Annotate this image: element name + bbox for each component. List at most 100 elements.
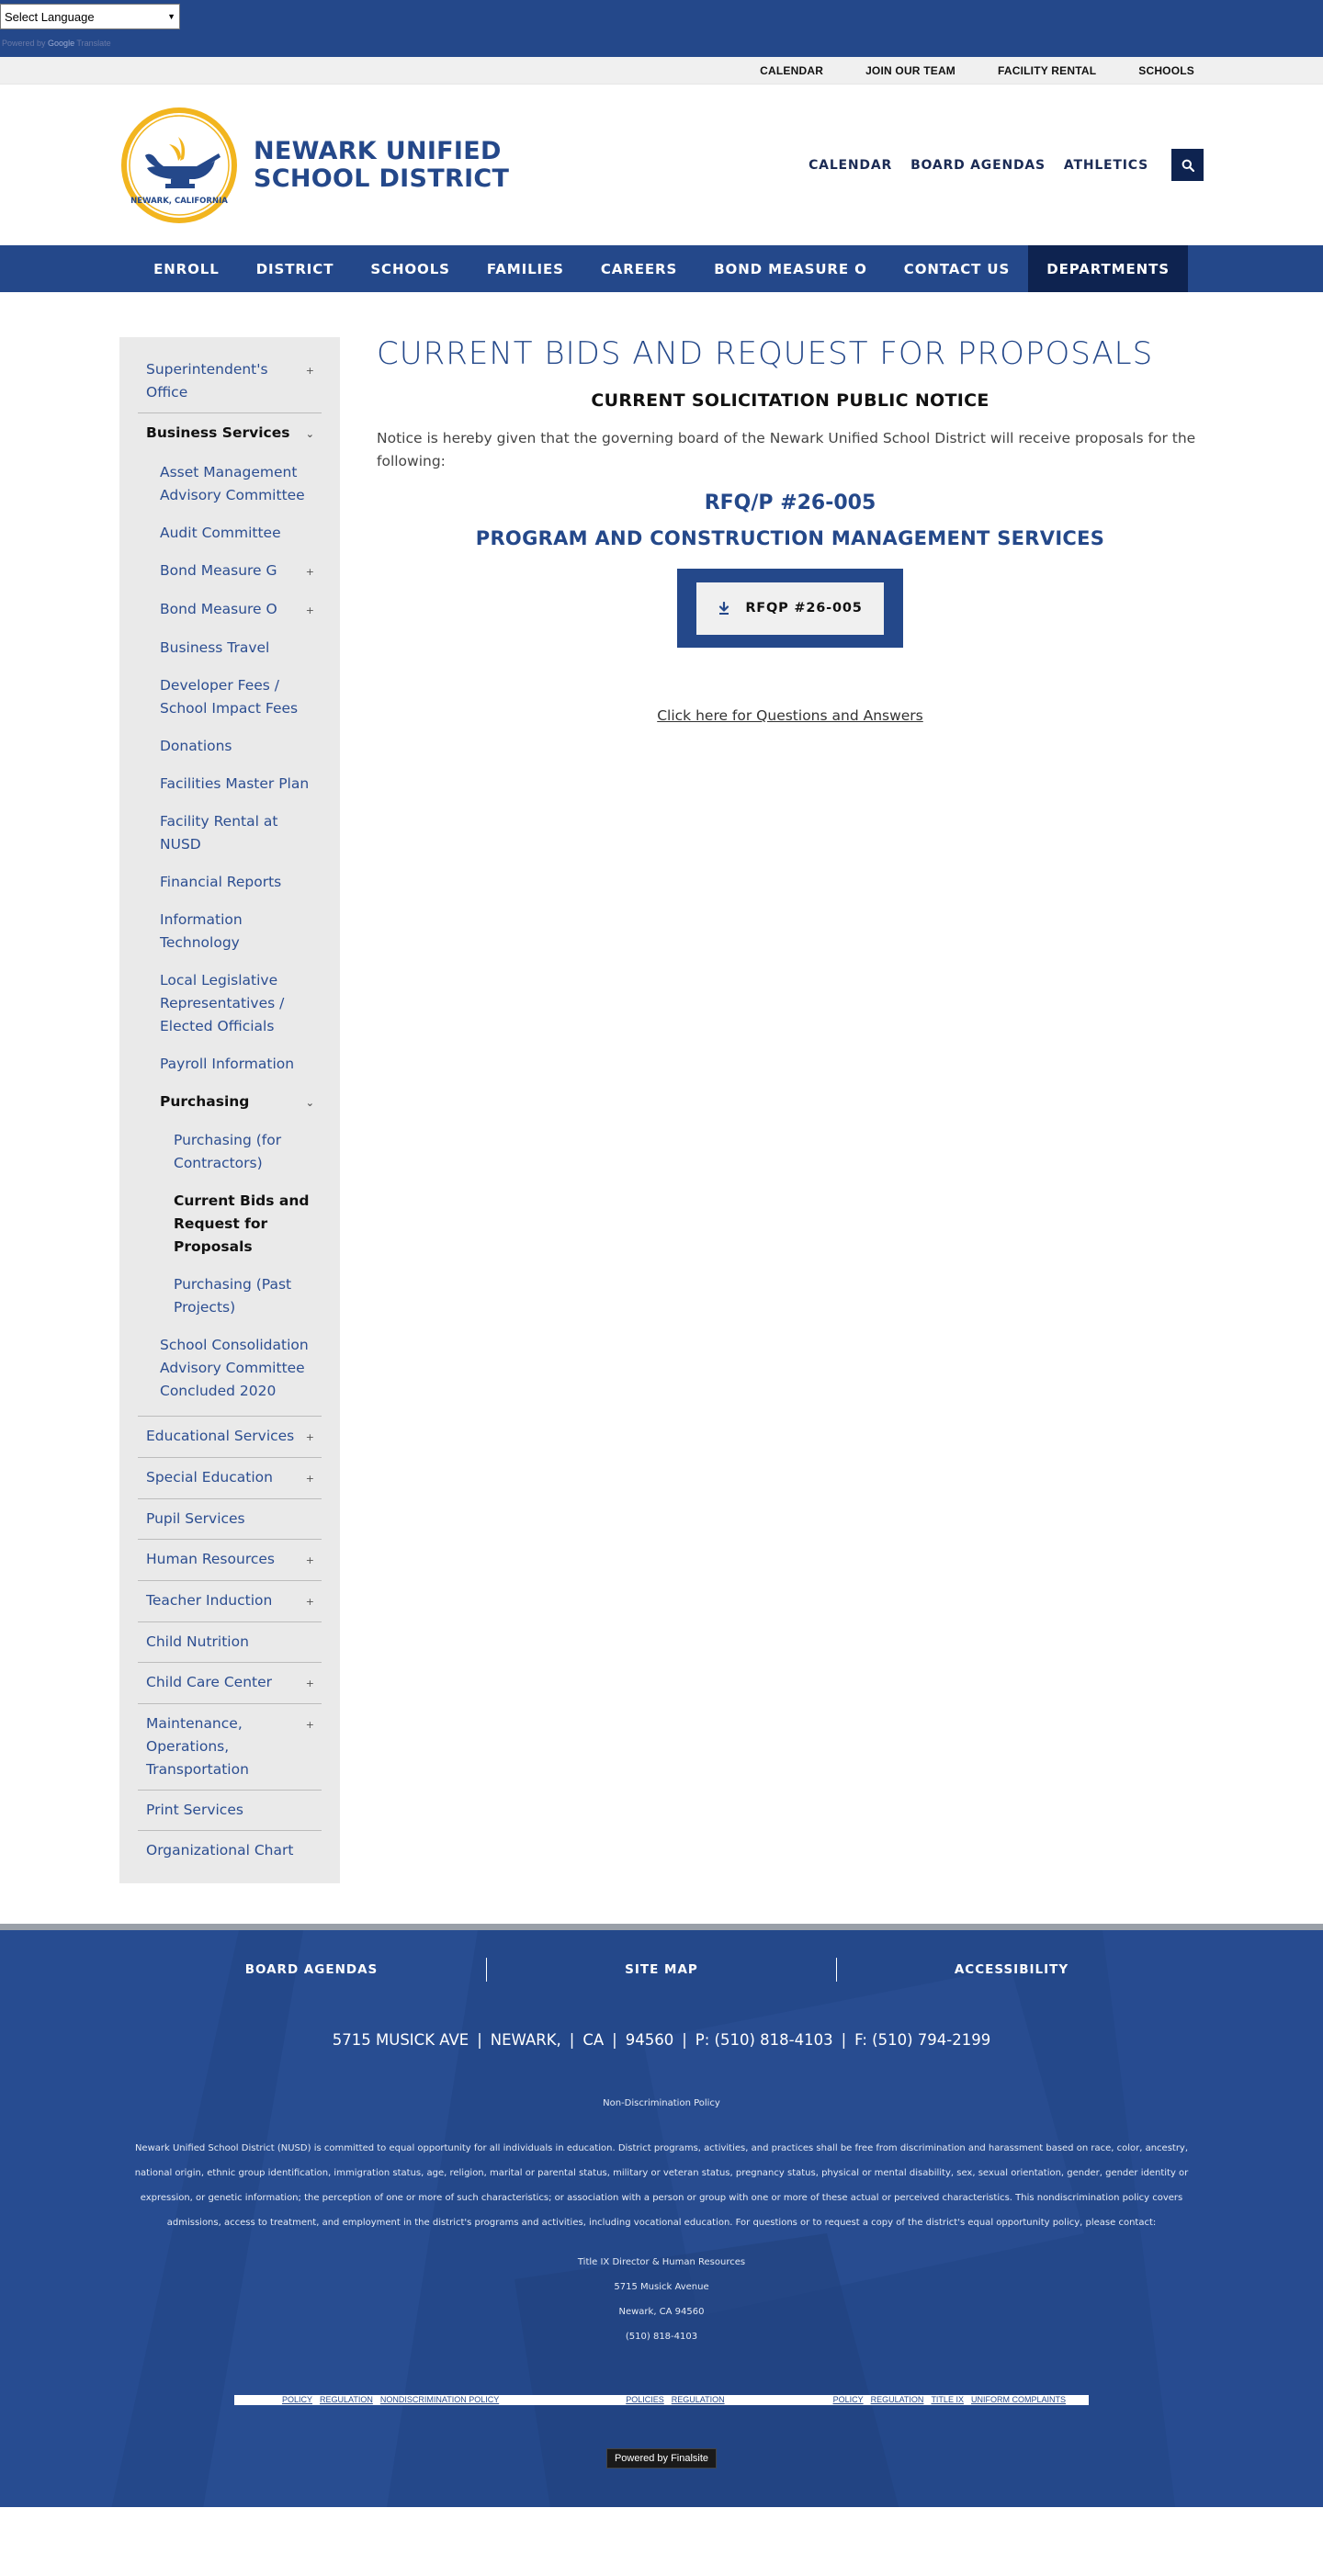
chevron-down-icon[interactable]: ⌄ xyxy=(306,1090,314,1114)
qa-link[interactable]: Click here for Questions and Answers xyxy=(657,707,923,724)
sidebar-item-superintendent[interactable]: Superintendent's Office + xyxy=(138,350,322,413)
plus-icon[interactable]: + xyxy=(306,559,314,583)
district-seal-icon: NEWARK, CALIFORNIA xyxy=(121,107,237,223)
policy-link[interactable]: POLICIES xyxy=(626,2395,664,2405)
seal-text: NEWARK, CALIFORNIA xyxy=(130,197,228,206)
sidebar-item-school-consolidation[interactable]: School Consolidation Advisory Committee … xyxy=(138,1327,322,1410)
sidebar-item[interactable]: Pupil Services xyxy=(138,1499,322,1540)
sidebar-departments-list: Educational Services + Special Education + P… xyxy=(138,1417,322,1870)
rfq-number: RFQ/P #26-005 xyxy=(704,491,876,514)
nav-enroll[interactable]: ENROLL xyxy=(135,245,238,292)
policy-link[interactable]: TITLE IX xyxy=(931,2395,964,2405)
sidebar-item[interactable]: Organizational Chart xyxy=(138,1831,322,1870)
sidebar-item[interactable]: Local Legislative Representatives / Elec… xyxy=(138,962,322,1045)
nav-district[interactable]: DISTRICT xyxy=(238,245,353,292)
header-link-board-agendas[interactable]: BOARD AGENDAS xyxy=(910,158,1046,173)
finalsite-badge[interactable]: Powered by Finalsite xyxy=(0,2448,1323,2469)
address-street: 5715 MUSICK AVE xyxy=(332,2031,469,2049)
address-state: CA xyxy=(582,2031,605,2049)
sidebar-item-purchasing[interactable]: Purchasing ⌄ xyxy=(138,1083,322,1122)
page-content: Superintendent's Office + Business Servi… xyxy=(0,292,1323,1924)
nav-families[interactable]: FAMILIES xyxy=(469,245,582,292)
language-select[interactable]: Select Language ▼ xyxy=(0,4,180,29)
section-sidebar: Superintendent's Office + Business Servi… xyxy=(119,337,340,1883)
plus-icon[interactable]: + xyxy=(306,1712,314,1736)
sidebar-item[interactable]: Developer Fees / School Impact Fees xyxy=(138,667,322,728)
sidebar-item[interactable]: Financial Reports xyxy=(138,864,322,901)
nav-schools[interactable]: SCHOOLS xyxy=(352,245,469,292)
nondiscrimination-heading: Non-Discrimination Policy xyxy=(603,2098,720,2108)
policy-link[interactable]: REGULATION xyxy=(320,2395,373,2405)
sidebar-item[interactable]: Information Technology xyxy=(138,901,322,962)
sidebar-item[interactable]: Payroll Information xyxy=(138,1045,322,1083)
sidebar-item[interactable]: Human Resources + xyxy=(138,1540,322,1581)
footer-link-site-map[interactable]: SITE MAP xyxy=(487,1958,836,1982)
search-icon xyxy=(1182,159,1194,172)
sidebar-item[interactable]: Child Care Center + xyxy=(138,1663,322,1704)
policy-link[interactable]: REGULATION xyxy=(871,2395,924,2405)
nondiscrimination-text: Newark Unified School District (NUSD) is… xyxy=(134,2143,1189,2228)
sidebar-item[interactable]: Bond Measure G + xyxy=(138,552,322,591)
sidebar-item[interactable]: Audit Committee xyxy=(138,514,322,552)
sidebar-item[interactable]: Bond Measure O + xyxy=(138,591,322,629)
policy-link[interactable]: NONDISCRIMINATION POLICY xyxy=(380,2395,499,2405)
main-content: CURRENT BIDS AND REQUEST FOR PROPOSALS C… xyxy=(340,335,1204,1883)
nav-departments[interactable]: DEPARTMENTS xyxy=(1028,245,1188,292)
search-button[interactable] xyxy=(1171,149,1204,181)
sidebar-item-current-bids[interactable]: Current Bids and Request for Proposals xyxy=(138,1182,322,1266)
policy-link[interactable]: POLICY xyxy=(833,2395,864,2405)
utility-link-join-our-team[interactable]: JOIN OUR TEAM xyxy=(865,64,956,77)
footer-contact: Title IX Director & Human Resources 5715… xyxy=(577,2257,746,2342)
utility-link-schools[interactable]: SCHOOLS xyxy=(1138,64,1194,77)
policy-link[interactable]: POLICY xyxy=(282,2395,312,2405)
download-label: RFQP #26-005 xyxy=(745,601,863,616)
sidebar-item[interactable]: Facilities Master Plan xyxy=(138,765,322,803)
sidebar-item[interactable]: Asset Management Advisory Committee xyxy=(138,454,322,514)
main-nav: ENROLL DISTRICT SCHOOLS FAMILIES CAREERS… xyxy=(0,245,1323,292)
sidebar-item[interactable]: Teacher Induction + xyxy=(138,1581,322,1622)
brand-line-2: SCHOOL DISTRICT xyxy=(254,164,510,193)
download-rfqp-button[interactable]: RFQP #26-005 xyxy=(696,582,884,635)
plus-icon[interactable]: + xyxy=(306,1466,314,1490)
sidebar-item[interactable]: Print Services xyxy=(138,1791,322,1831)
sidebar-item[interactable]: Child Nutrition xyxy=(138,1622,322,1663)
sidebar-item[interactable]: Donations xyxy=(138,728,322,765)
sidebar-item[interactable]: Maintenance, Operations, Transportation + xyxy=(138,1704,322,1791)
utility-link-facility-rental[interactable]: FACILITY RENTAL xyxy=(998,64,1096,77)
address-phone[interactable]: P: (510) 818-4103 xyxy=(695,2031,833,2049)
powered-by-google[interactable]: Powered by Google Translate xyxy=(2,39,111,48)
notice-heading: CURRENT SOLICITATION PUBLIC NOTICE xyxy=(591,390,989,411)
footer-link-accessibility[interactable]: ACCESSIBILITY xyxy=(837,1958,1186,1982)
language-select-label: Select Language xyxy=(5,9,95,24)
plus-icon[interactable]: + xyxy=(306,598,314,622)
plus-icon[interactable]: + xyxy=(306,1425,314,1449)
sidebar-item-purchasing-past[interactable]: Purchasing (Past Projects) xyxy=(138,1266,322,1327)
chevron-down-icon[interactable]: ⌄ xyxy=(306,422,314,446)
utility-link-calendar[interactable]: CALENDAR xyxy=(760,64,823,77)
plus-icon[interactable]: + xyxy=(306,1548,314,1572)
nav-careers[interactable]: CAREERS xyxy=(582,245,695,292)
plus-icon[interactable]: + xyxy=(306,1589,314,1613)
sidebar-item[interactable]: Facility Rental at NUSD xyxy=(138,803,322,864)
policy-link[interactable]: REGULATION xyxy=(672,2395,725,2405)
header-link-calendar[interactable]: CALENDAR xyxy=(808,158,892,173)
header-nav: CALENDAR BOARD AGENDAS ATHLETICS xyxy=(790,149,1204,181)
sidebar-item-business-services[interactable]: Business Services ⌄ xyxy=(138,413,322,454)
footer-link-board-agendas[interactable]: BOARD AGENDAS xyxy=(137,1958,486,1982)
nav-bond-measure-o[interactable]: BOND MEASURE O xyxy=(695,245,886,292)
policy-link[interactable]: UNIFORM COMPLAINTS xyxy=(971,2395,1066,2405)
sidebar-item[interactable]: Educational Services + xyxy=(138,1417,322,1458)
plus-icon[interactable]: + xyxy=(306,1671,314,1695)
footer-links: BOARD AGENDAS SITE MAP ACCESSIBILITY xyxy=(0,1958,1323,1982)
program-title: PROGRAM AND CONSTRUCTION MANAGEMENT SERV… xyxy=(475,527,1105,549)
address-city: NEWARK, xyxy=(490,2031,561,2049)
sidebar-item[interactable]: Special Education + xyxy=(138,1458,322,1499)
plus-icon[interactable]: + xyxy=(306,358,314,382)
sidebar-item-purchasing-contractors[interactable]: Purchasing (for Contractors) xyxy=(138,1122,322,1182)
address-fax: F: (510) 794-2199 xyxy=(854,2031,991,2049)
sidebar-item[interactable]: Business Travel xyxy=(138,629,322,667)
header-link-athletics[interactable]: ATHLETICS xyxy=(1064,158,1148,173)
translate-bar: Select Language ▼ Powered by Google Tran… xyxy=(0,0,1323,57)
brand-logo-link[interactable]: NEWARK, CALIFORNIA NEWARK UNIFIED SCHOOL… xyxy=(119,106,509,225)
nav-contact-us[interactable]: CONTACT US xyxy=(886,245,1028,292)
